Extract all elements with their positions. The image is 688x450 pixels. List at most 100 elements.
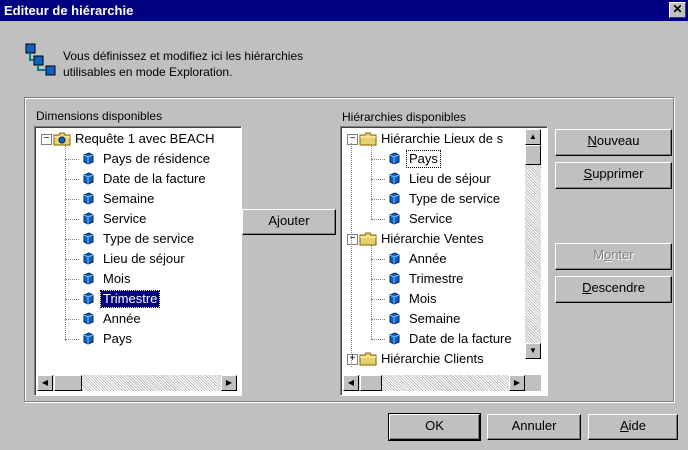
hierarchy-item[interactable]: Type de service bbox=[341, 189, 547, 209]
scroll-left-icon[interactable]: ◀ bbox=[343, 375, 359, 391]
hierarchy-group[interactable]: Hiérarchie Lieux de s bbox=[341, 129, 547, 149]
tree-item-label: Service bbox=[103, 211, 147, 226]
tree-item-label: Trimestre bbox=[99, 290, 161, 308]
hierarchy-editor-icon bbox=[25, 43, 56, 76]
dimension-cube-icon bbox=[389, 272, 400, 285]
hierarchy-item[interactable]: Trimestre bbox=[341, 269, 547, 289]
scroll-up-icon[interactable]: ▲ bbox=[525, 129, 541, 145]
dimension-cube-icon bbox=[83, 232, 94, 245]
dimension-cube-icon bbox=[389, 192, 400, 205]
ok-button[interactable]: OK bbox=[388, 413, 481, 441]
hierarchy-item[interactable]: Année bbox=[341, 249, 547, 269]
hierarchy-item[interactable]: Date de la facture bbox=[341, 329, 547, 349]
tree-item-label: Pays de résidence bbox=[103, 151, 210, 166]
tree-item-label: Trimestre bbox=[409, 271, 464, 286]
dimension-item[interactable]: Date de la facture bbox=[35, 169, 241, 189]
tree-item-label: Hiérarchie Ventes bbox=[381, 231, 484, 246]
vertical-scrollbar[interactable]: ▲ ▼ bbox=[525, 129, 541, 359]
tree-item-label: Hiérarchie Lieux de s bbox=[381, 131, 504, 146]
hierarchy-folder-icon bbox=[359, 352, 377, 366]
query-folder-icon bbox=[53, 132, 71, 146]
new-button[interactable]: Nouveau bbox=[555, 129, 672, 156]
move-up-button-label: Monter bbox=[593, 247, 634, 262]
dimension-cube-icon bbox=[83, 292, 94, 305]
horizontal-scrollbar[interactable]: ◀ ▶ bbox=[37, 375, 237, 391]
dimensions-tree[interactable]: − Requête 1 avec BEACH Pays de résidence Da… bbox=[34, 126, 242, 396]
dimension-item[interactable]: Service bbox=[35, 209, 241, 229]
dimension-item[interactable]: Trimestre bbox=[35, 289, 241, 309]
scrollbar-corner bbox=[525, 375, 541, 391]
hierarchy-item[interactable]: Pays bbox=[341, 149, 547, 169]
hierarchies-tree[interactable]: − Hiérarchie Lieux de s Pays Lieu de séjour… bbox=[340, 126, 548, 396]
tree-item-label: Mois bbox=[103, 271, 131, 286]
hierarchy-item[interactable]: Mois bbox=[341, 289, 547, 309]
tree-item-label: Lieu de séjour bbox=[103, 251, 185, 266]
hierarchy-group[interactable]: Hiérarchie Ventes bbox=[341, 229, 547, 249]
hierarchy-group[interactable]: Hiérarchie Clients bbox=[341, 349, 547, 369]
dimension-cube-icon bbox=[83, 192, 94, 205]
dimension-item[interactable]: Mois bbox=[35, 269, 241, 289]
scroll-thumb[interactable] bbox=[360, 375, 382, 391]
dimension-cube-icon bbox=[83, 172, 94, 185]
dimension-item[interactable]: Semaine bbox=[35, 189, 241, 209]
move-up-button[interactable]: Monter bbox=[555, 243, 672, 270]
dimension-cube-icon bbox=[83, 212, 94, 225]
dimension-cube-icon bbox=[389, 312, 400, 325]
scroll-right-icon[interactable]: ▶ bbox=[509, 375, 525, 391]
tree-item-label: Hiérarchie Clients bbox=[381, 351, 484, 366]
move-down-button-label: Descendre bbox=[582, 280, 645, 295]
dimension-item[interactable]: Pays de résidence bbox=[35, 149, 241, 169]
dimension-cube-icon bbox=[83, 332, 94, 345]
title-bar: Editeur de hiérarchie ✕ bbox=[0, 0, 688, 21]
description: Vous définissez et modifiez ici les hiér… bbox=[63, 48, 303, 80]
dimension-cube-icon bbox=[83, 272, 94, 285]
dimension-cube-icon bbox=[83, 152, 94, 165]
tree-item-label: Type de service bbox=[409, 191, 501, 206]
cancel-button[interactable]: Annuler bbox=[487, 414, 581, 440]
hierarchy-item[interactable]: Service bbox=[341, 209, 547, 229]
tree-item-label: Service bbox=[409, 211, 453, 226]
hierarchy-item[interactable]: Lieu de séjour bbox=[341, 169, 547, 189]
help-button[interactable]: Aide bbox=[588, 414, 678, 440]
dimension-cube-icon bbox=[389, 332, 400, 345]
delete-button[interactable]: Supprimer bbox=[555, 162, 672, 189]
scroll-left-icon[interactable]: ◀ bbox=[37, 375, 53, 391]
tree-item-label: Semaine bbox=[103, 191, 155, 206]
dimension-cube-icon bbox=[83, 312, 94, 325]
tree-item-label: Mois bbox=[409, 291, 437, 306]
hierarchy-item[interactable]: Semaine bbox=[341, 309, 547, 329]
move-down-button[interactable]: Descendre bbox=[555, 276, 672, 303]
tree-item-label: Semaine bbox=[409, 311, 461, 326]
tree-item-label: Date de la facture bbox=[409, 331, 512, 346]
tree-root-query[interactable]: Requête 1 avec BEACH bbox=[35, 129, 241, 149]
scroll-down-icon[interactable]: ▼ bbox=[525, 343, 541, 359]
scroll-right-icon[interactable]: ▶ bbox=[221, 375, 237, 391]
dimension-cube-icon bbox=[389, 212, 400, 225]
new-button-label: Nouveau bbox=[587, 133, 640, 148]
tree-connector bbox=[351, 143, 352, 367]
dimension-item[interactable]: Pays bbox=[35, 329, 241, 349]
scroll-thumb[interactable] bbox=[54, 375, 82, 391]
dimensions-label: Dimensions disponibles bbox=[36, 109, 163, 123]
delete-button-label: Supprimer bbox=[583, 166, 644, 181]
dimension-item[interactable]: Lieu de séjour bbox=[35, 249, 241, 269]
dimension-cube-icon bbox=[389, 252, 400, 265]
dimension-cube-icon bbox=[389, 172, 400, 185]
tree-item-label: Pays bbox=[103, 331, 132, 346]
dimension-item[interactable]: Type de service bbox=[35, 229, 241, 249]
window-title: Editeur de hiérarchie bbox=[4, 3, 134, 18]
dimension-cube-icon bbox=[83, 252, 94, 265]
close-icon[interactable]: ✕ bbox=[669, 2, 686, 18]
tree-item-label: Pays bbox=[406, 150, 441, 168]
tree-item-label: Type de service bbox=[103, 231, 195, 246]
horizontal-scrollbar[interactable]: ◀ ▶ bbox=[343, 375, 525, 391]
tree-item-label: Année bbox=[103, 311, 141, 326]
dimension-item[interactable]: Année bbox=[35, 309, 241, 329]
dimension-cube-icon bbox=[389, 152, 400, 165]
description-line-1: Vous définissez et modifiez ici les hiér… bbox=[63, 49, 304, 63]
tree-item-label: Lieu de séjour bbox=[409, 171, 491, 186]
scroll-thumb[interactable] bbox=[525, 145, 541, 165]
tree-item-label: Date de la facture bbox=[103, 171, 206, 186]
hierarchies-label: Hiérarchies disponibles bbox=[342, 110, 467, 124]
add-button[interactable]: Ajouter bbox=[242, 209, 336, 235]
